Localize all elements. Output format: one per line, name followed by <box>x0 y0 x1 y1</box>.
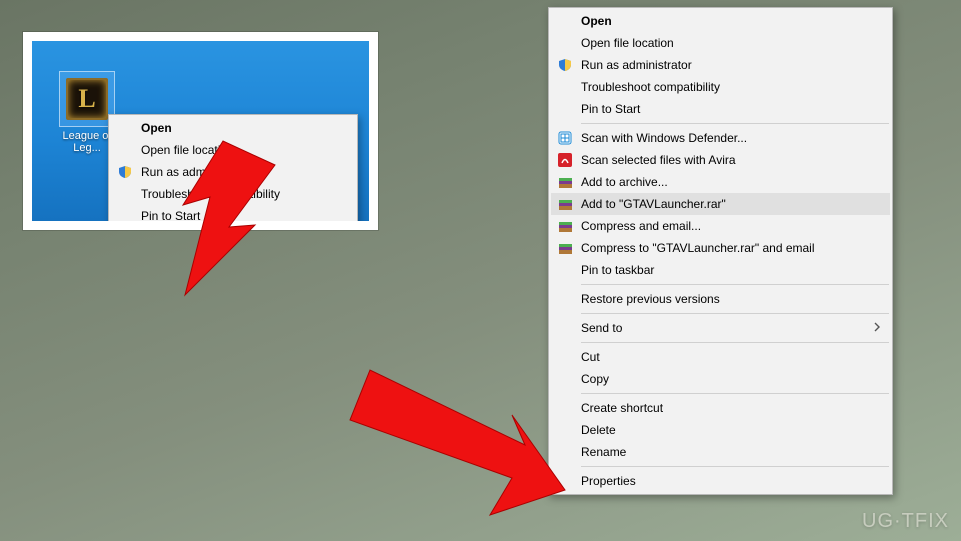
menu-pin-taskbar-label: Pin to taskbar <box>581 263 654 277</box>
separator <box>581 466 889 467</box>
menu-open-label: Open <box>141 121 172 135</box>
menu-open-file-location-label: Open file location <box>141 143 234 157</box>
menu-troubleshoot-label: Troubleshoot compatibility <box>581 80 720 94</box>
menu-scan-defender-label: Scan with Windows Defender... <box>581 131 747 145</box>
menu-pin-taskbar[interactable]: Pin to taskbar <box>551 259 890 281</box>
menu-scan-avira-label: Scan selected files with Avira <box>581 153 736 167</box>
menu-pin-to-start[interactable]: Pin to Start <box>551 98 890 120</box>
menu-compress-gtav-email[interactable]: Compress to "GTAVLauncher.rar" and email <box>551 237 890 259</box>
menu-add-gtav-rar[interactable]: Add to "GTAVLauncher.rar" <box>551 193 890 215</box>
menu-troubleshoot-label: Troubleshoot compatibility <box>141 187 280 201</box>
menu-run-as-administrator[interactable]: Run as administrator <box>111 161 355 183</box>
menu-restore-versions[interactable]: Restore previous versions <box>551 288 890 310</box>
winrar-icon <box>557 218 573 234</box>
menu-restore-label: Restore previous versions <box>581 292 720 306</box>
menu-scan-avira[interactable]: Scan selected files with Avira <box>551 149 890 171</box>
menu-rename-label: Rename <box>581 445 626 459</box>
league-of-legends-icon: L <box>66 78 108 120</box>
menu-open[interactable]: Open <box>111 117 355 139</box>
menu-delete-label: Delete <box>581 423 616 437</box>
menu-run-admin-label: Run as administrator <box>581 58 692 72</box>
menu-copy-label: Copy <box>581 372 609 386</box>
menu-create-shortcut[interactable]: Create shortcut <box>551 397 890 419</box>
context-menu-right: Open Open file location Run as administr… <box>548 7 893 495</box>
menu-pin-start-label: Pin to Start <box>581 102 640 116</box>
chevron-right-icon <box>874 321 880 335</box>
winrar-icon <box>557 174 573 190</box>
menu-copy[interactable]: Copy <box>551 368 890 390</box>
menu-properties-label: Properties <box>581 474 636 488</box>
menu-open[interactable]: Open <box>551 10 890 32</box>
menu-open-file-location[interactable]: Open file location <box>111 139 355 161</box>
menu-add-archive-label: Add to archive... <box>581 175 668 189</box>
icon-selection-box: L <box>59 71 115 127</box>
watermark: UG·TFIX <box>862 510 949 533</box>
menu-rename[interactable]: Rename <box>551 441 890 463</box>
separator <box>581 123 889 124</box>
menu-compress-email[interactable]: Compress and email... <box>551 215 890 237</box>
menu-run-as-administrator[interactable]: Run as administrator <box>551 54 890 76</box>
menu-send-to[interactable]: Send to <box>551 317 890 339</box>
windows-defender-icon <box>557 130 573 146</box>
menu-compress-email-label: Compress and email... <box>581 219 701 233</box>
menu-open-file-location[interactable]: Open file location <box>551 32 890 54</box>
menu-create-shortcut-label: Create shortcut <box>581 401 663 415</box>
separator <box>581 342 889 343</box>
separator <box>581 284 889 285</box>
menu-cut-label: Cut <box>581 350 600 364</box>
menu-properties[interactable]: Properties <box>551 470 890 492</box>
separator <box>581 393 889 394</box>
winrar-icon <box>557 196 573 212</box>
menu-send-to-label: Send to <box>581 321 622 335</box>
separator <box>581 313 889 314</box>
menu-troubleshoot[interactable]: Troubleshoot compatibility <box>111 183 355 205</box>
menu-troubleshoot[interactable]: Troubleshoot compatibility <box>551 76 890 98</box>
shield-icon <box>557 57 573 73</box>
context-menu-left: Open Open file location Run as administr… <box>108 114 358 221</box>
left-screenshot-panel: L League of Leg... Open Open file locati… <box>23 32 378 230</box>
menu-cut[interactable]: Cut <box>551 346 890 368</box>
menu-pin-start-label: Pin to Start <box>141 209 200 221</box>
menu-scan-defender[interactable]: Scan with Windows Defender... <box>551 127 890 149</box>
menu-add-archive[interactable]: Add to archive... <box>551 171 890 193</box>
menu-compress-gtav-email-label: Compress to "GTAVLauncher.rar" and email <box>581 241 815 255</box>
menu-run-admin-label: Run as administrator <box>141 165 252 179</box>
menu-delete[interactable]: Delete <box>551 419 890 441</box>
menu-add-gtav-label: Add to "GTAVLauncher.rar" <box>581 197 726 211</box>
avira-icon <box>557 152 573 168</box>
menu-pin-to-start[interactable]: Pin to Start <box>111 205 355 221</box>
desktop-background: L League of Leg... Open Open file locati… <box>32 41 369 221</box>
watermark-text: UG·TFIX <box>862 510 949 532</box>
menu-open-file-location-label: Open file location <box>581 36 674 50</box>
winrar-icon <box>557 240 573 256</box>
menu-open-label: Open <box>581 14 612 28</box>
shield-icon <box>117 164 133 180</box>
